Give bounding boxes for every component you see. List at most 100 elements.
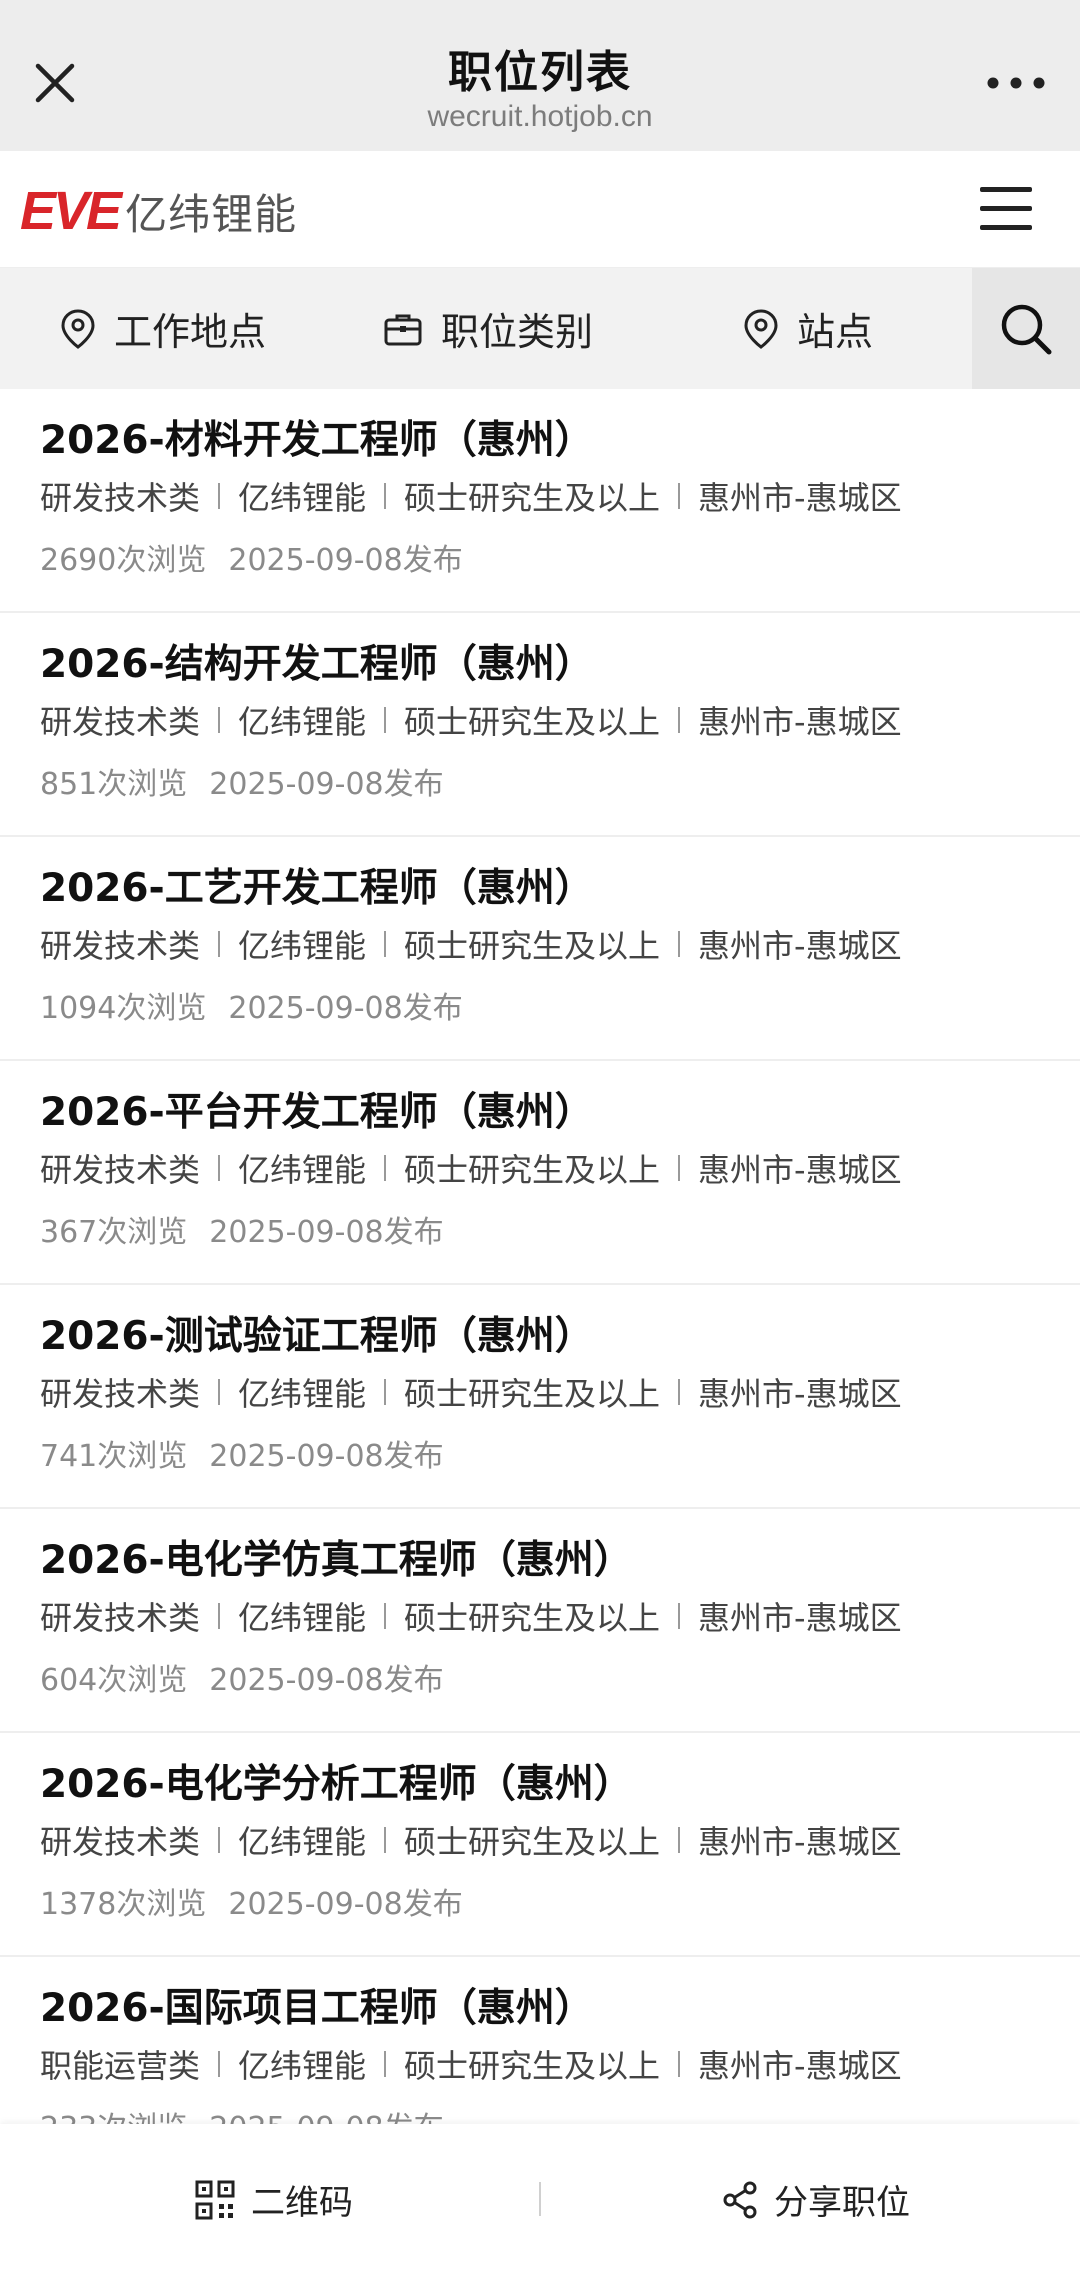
- job-title: 2026-国际项目工程师（惠州）: [40, 1986, 594, 2031]
- job-company: 亿纬锂能: [238, 1823, 367, 1861]
- job-title: 2026-电化学仿真工程师（惠州）: [40, 1538, 633, 1583]
- job-date: 2025-09-08发布: [228, 1887, 463, 1922]
- page-title: 职位列表: [448, 47, 632, 98]
- filter-site[interactable]: 站点: [743, 268, 873, 389]
- job-tags: 研发技术类 亿纬锂能 硕士研究生及以上 惠州市-惠城区: [40, 1369, 902, 1415]
- location-pin-icon: [744, 308, 778, 349]
- tag-separator: [218, 1827, 221, 1853]
- job-views: 604次浏览: [40, 1663, 188, 1698]
- job-list: 2026-材料开发工程师（惠州） 研发技术类 亿纬锂能 硕士研究生及以上 惠州市…: [0, 389, 1080, 2181]
- tag-separator: [384, 2051, 387, 2077]
- bottom-divider: [539, 2182, 541, 2216]
- job-views: 367次浏览: [40, 1215, 188, 1250]
- job-meta: 1378次浏览 2025-09-08发布: [40, 1879, 463, 1923]
- job-category: 职能运营类: [40, 2047, 201, 2085]
- job-list-item[interactable]: 2026-电化学仿真工程师（惠州） 研发技术类 亿纬锂能 硕士研究生及以上 惠州…: [0, 1509, 1080, 1733]
- tag-separator: [384, 707, 387, 733]
- job-company: 亿纬锂能: [238, 703, 367, 741]
- job-company: 亿纬锂能: [238, 927, 367, 965]
- hamburger-menu-icon: [980, 187, 1032, 230]
- job-title: 2026-工艺开发工程师（惠州）: [40, 866, 594, 911]
- job-title: 2026-材料开发工程师（惠州）: [40, 418, 594, 463]
- job-meta: 1094次浏览 2025-09-08发布: [40, 983, 463, 1027]
- job-location: 惠州市-惠城区: [698, 927, 902, 965]
- job-education: 硕士研究生及以上: [404, 2047, 661, 2085]
- job-list-item[interactable]: 2026-结构开发工程师（惠州） 研发技术类 亿纬锂能 硕士研究生及以上 惠州市…: [0, 613, 1080, 837]
- tag-separator: [384, 483, 387, 509]
- job-category: 研发技术类: [40, 1375, 201, 1413]
- job-date: 2025-09-08发布: [209, 1215, 444, 1250]
- job-category: 研发技术类: [40, 703, 201, 741]
- filter-job-category-label: 职位类别: [441, 310, 594, 354]
- job-title: 2026-平台开发工程师（惠州）: [40, 1090, 594, 1135]
- job-views: 1378次浏览: [40, 1887, 207, 1922]
- job-category: 研发技术类: [40, 1823, 201, 1861]
- job-location: 惠州市-惠城区: [698, 703, 902, 741]
- job-list-item[interactable]: 2026-工艺开发工程师（惠州） 研发技术类 亿纬锂能 硕士研究生及以上 惠州市…: [0, 837, 1080, 1061]
- job-company: 亿纬锂能: [238, 1375, 367, 1413]
- job-date: 2025-09-08发布: [209, 1439, 444, 1474]
- tag-separator: [678, 1603, 681, 1629]
- job-meta: 851次浏览 2025-09-08发布: [40, 759, 444, 803]
- qr-code-label: 二维码: [251, 2183, 353, 2223]
- tag-separator: [218, 931, 221, 957]
- tag-separator: [678, 707, 681, 733]
- job-list-item[interactable]: 2026-平台开发工程师（惠州） 研发技术类 亿纬锂能 硕士研究生及以上 惠州市…: [0, 1061, 1080, 1285]
- job-tags: 研发技术类 亿纬锂能 硕士研究生及以上 惠州市-惠城区: [40, 921, 902, 967]
- job-category: 研发技术类: [40, 1599, 201, 1637]
- filter-bar: 工作地点 职位类别 站点: [0, 268, 1080, 389]
- job-meta: 604次浏览 2025-09-08发布: [40, 1655, 444, 1699]
- job-tags: 研发技术类 亿纬锂能 硕士研究生及以上 惠州市-惠城区: [40, 1593, 902, 1639]
- job-company: 亿纬锂能: [238, 1599, 367, 1637]
- page-url: wecruit.hotjob.cn: [427, 100, 653, 133]
- job-tags: 研发技术类 亿纬锂能 硕士研究生及以上 惠州市-惠城区: [40, 1145, 902, 1191]
- location-pin-icon: [61, 308, 95, 349]
- job-views: 741次浏览: [40, 1439, 188, 1474]
- job-tags: 职能运营类 亿纬锂能 硕士研究生及以上 惠州市-惠城区: [40, 2041, 902, 2087]
- tag-separator: [218, 1155, 221, 1181]
- tag-separator: [678, 1155, 681, 1181]
- job-list-item[interactable]: 2026-材料开发工程师（惠州） 研发技术类 亿纬锂能 硕士研究生及以上 惠州市…: [0, 389, 1080, 613]
- filter-job-category[interactable]: 职位类别: [383, 268, 593, 389]
- qr-code-button[interactable]: 二维码: [195, 2124, 353, 2275]
- filter-work-location[interactable]: 工作地点: [60, 268, 266, 389]
- qr-code-icon: [195, 2180, 235, 2219]
- tag-separator: [218, 707, 221, 733]
- job-meta: 367次浏览 2025-09-08发布: [40, 1207, 444, 1251]
- tag-separator: [678, 483, 681, 509]
- job-views: 2690次浏览: [40, 543, 207, 578]
- browser-top-bar: 职位列表 wecruit.hotjob.cn: [0, 0, 1080, 151]
- job-company: 亿纬锂能: [238, 2047, 367, 2085]
- job-location: 惠州市-惠城区: [698, 2047, 902, 2085]
- job-education: 硕士研究生及以上: [404, 1823, 661, 1861]
- menu-button[interactable]: [978, 184, 1034, 234]
- tag-separator: [384, 1379, 387, 1405]
- job-list-item[interactable]: 2026-电化学分析工程师（惠州） 研发技术类 亿纬锂能 硕士研究生及以上 惠州…: [0, 1733, 1080, 1957]
- more-options-button[interactable]: [976, 52, 1056, 114]
- tag-separator: [218, 1379, 221, 1405]
- job-education: 硕士研究生及以上: [404, 927, 661, 965]
- tag-separator: [678, 931, 681, 957]
- share-icon: [723, 2181, 757, 2218]
- tag-separator: [384, 1603, 387, 1629]
- job-title: 2026-结构开发工程师（惠州）: [40, 642, 594, 687]
- search-button[interactable]: [972, 268, 1080, 389]
- job-list-item[interactable]: 2026-测试验证工程师（惠州） 研发技术类 亿纬锂能 硕士研究生及以上 惠州市…: [0, 1285, 1080, 1509]
- briefcase-icon: [384, 314, 422, 345]
- tag-separator: [678, 2051, 681, 2077]
- job-date: 2025-09-08发布: [228, 991, 463, 1026]
- job-education: 硕士研究生及以上: [404, 1151, 661, 1189]
- company-logo[interactable]: EVE 亿纬锂能: [20, 181, 297, 241]
- job-date: 2025-09-08发布: [209, 767, 444, 802]
- tag-separator: [218, 483, 221, 509]
- brand-header: EVE 亿纬锂能: [0, 151, 1080, 268]
- job-meta: 2690次浏览 2025-09-08发布: [40, 535, 463, 579]
- job-category: 研发技术类: [40, 927, 201, 965]
- job-date: 2025-09-08发布: [228, 543, 463, 578]
- tag-separator: [678, 1379, 681, 1405]
- job-category: 研发技术类: [40, 1151, 201, 1189]
- tag-separator: [218, 1603, 221, 1629]
- job-company: 亿纬锂能: [238, 479, 367, 517]
- share-job-button[interactable]: 分享职位: [722, 2124, 910, 2275]
- job-date: 2025-09-08发布: [209, 1663, 444, 1698]
